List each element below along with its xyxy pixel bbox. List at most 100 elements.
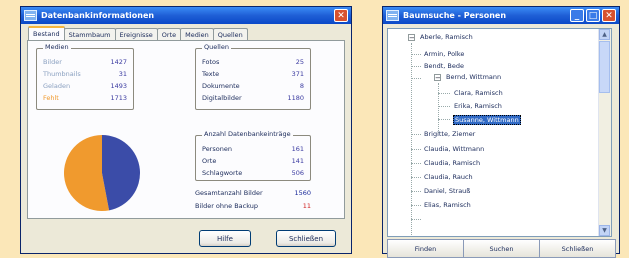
tree-node[interactable]: Erika, Ramisch xyxy=(454,102,502,110)
sources-group: Quellen Fotos 25 Texte 371 Dokumente 8 Digi… xyxy=(195,43,311,110)
stat-value: 371 xyxy=(291,70,304,78)
close-icon[interactable]: ✕ xyxy=(602,9,616,22)
tree-node[interactable]: Claudia, Rauch xyxy=(424,173,473,181)
close-button[interactable]: Schließen xyxy=(539,239,616,258)
tab-panel: Medien Bilder 1427 Thumbnails 31 Geladen 14… xyxy=(27,40,345,219)
database-info-window: Datenbankinformationen ✕ Bestand Stammba… xyxy=(20,6,352,254)
group-legend: Quellen xyxy=(202,43,231,51)
tree-connector xyxy=(411,177,421,178)
tree-node[interactable]: Clara, Ramisch xyxy=(454,89,503,97)
tree-connector xyxy=(438,119,450,120)
close-button[interactable]: Schließen xyxy=(276,230,336,247)
entries-group: Anzahl Datenbankeinträge Personen 161 Ort… xyxy=(195,130,311,181)
stat-row: Bilder 1427 xyxy=(43,58,127,66)
close-icon[interactable]: ✕ xyxy=(334,9,348,22)
minimize-icon[interactable]: _ xyxy=(570,9,584,22)
tree-connector xyxy=(411,43,412,236)
stat-row: Schlagworte 506 xyxy=(202,169,304,177)
tree-connector xyxy=(411,134,421,135)
tree-connector xyxy=(411,219,421,220)
stat-label: Bilder xyxy=(43,58,62,66)
total-label: Gesamtanzahl Bilder xyxy=(195,189,263,197)
tree-node-root[interactable]: Aberle, Ramisch xyxy=(420,33,473,41)
scroll-thumb[interactable] xyxy=(599,41,610,93)
stat-label: Geladen xyxy=(43,82,71,90)
stat-row: Personen 161 xyxy=(202,145,304,153)
stat-row: Geladen 1493 xyxy=(43,82,127,90)
stat-value: 141 xyxy=(291,157,304,165)
storage-pie-chart xyxy=(63,135,140,211)
stat-value: 506 xyxy=(291,169,304,177)
collapse-toggle[interactable]: − xyxy=(434,74,441,82)
tree-connector xyxy=(411,149,421,150)
tree-node[interactable]: Armin, Polke xyxy=(424,50,464,58)
tree-node[interactable]: Elias, Ramisch xyxy=(424,201,471,209)
window-title: Baumsuche - Personen xyxy=(403,11,507,20)
stat-row: Fotos 25 xyxy=(202,58,304,66)
tree-node[interactable]: Daniel, Strauß xyxy=(424,187,470,195)
tree-connector xyxy=(411,66,421,67)
stat-value: 1713 xyxy=(110,94,127,102)
total-value: 11 xyxy=(302,202,311,210)
stat-label: Fehlt xyxy=(43,94,59,102)
maximize-icon[interactable]: □ xyxy=(586,9,600,22)
help-button[interactable]: Hilfe xyxy=(199,230,251,247)
total-value: 1560 xyxy=(294,189,311,197)
stat-row: Texte 371 xyxy=(202,70,304,78)
group-legend: Anzahl Datenbankeinträge xyxy=(202,130,293,138)
stat-label: Dokumente xyxy=(202,82,240,90)
stat-value: 1427 xyxy=(110,58,127,66)
stat-row: Thumbnails 31 xyxy=(43,70,127,78)
no-backup-row: Bilder ohne Backup 11 xyxy=(195,202,311,210)
stat-label: Thumbnails xyxy=(43,70,81,78)
tree-node[interactable]: Claudia, Ramisch xyxy=(424,159,480,167)
bottom-button-bar: Finden Suchen Schließen xyxy=(387,239,616,258)
find-button[interactable]: Finden xyxy=(387,239,464,258)
tree-node[interactable]: Bendt, Bede xyxy=(424,62,464,70)
search-button[interactable]: Suchen xyxy=(463,239,540,258)
collapse-toggle[interactable]: − xyxy=(408,34,415,42)
stat-row: Orte 141 xyxy=(202,157,304,165)
tree-node-selected[interactable]: Susanne, Wittmann xyxy=(453,115,521,125)
stat-value: 25 xyxy=(295,58,304,66)
tree-connector xyxy=(438,83,439,133)
tree-connector xyxy=(411,54,421,55)
group-legend: Medien xyxy=(43,43,71,51)
pie-slice-blue xyxy=(102,135,140,211)
media-group: Medien Bilder 1427 Thumbnails 31 Geladen 14… xyxy=(36,43,134,110)
stat-label: Texte xyxy=(202,70,220,78)
scroll-down-icon[interactable]: ▼ xyxy=(599,225,610,236)
stat-value: 8 xyxy=(299,82,304,90)
stat-value: 161 xyxy=(291,145,304,153)
tree-connector xyxy=(411,163,421,164)
tree-node[interactable]: Claudia, Wittmann xyxy=(424,145,484,153)
tree-node[interactable]: Brigitte, Ziemer xyxy=(424,130,475,138)
tree-connector xyxy=(438,93,450,94)
stat-row: Digitalbilder 1180 xyxy=(202,94,304,102)
total-images-row: Gesamtanzahl Bilder 1560 xyxy=(195,189,311,197)
tree-connector xyxy=(411,205,421,206)
scroll-up-icon[interactable]: ▲ xyxy=(599,29,610,40)
tree-node[interactable]: Bernd, Wittmann xyxy=(446,73,501,81)
tree-connector xyxy=(438,106,450,107)
stat-value: 1493 xyxy=(110,82,127,90)
tree-connector xyxy=(411,78,421,79)
tree-search-window: Baumsuche - Personen _ □ ✕ − Aberle, Ram… xyxy=(382,6,620,258)
window-title: Datenbankinformationen xyxy=(41,11,155,20)
stat-row: Fehlt 1713 xyxy=(43,94,127,102)
stat-label: Orte xyxy=(202,157,217,165)
stat-value: 31 xyxy=(118,70,127,78)
stat-label: Schlagworte xyxy=(202,169,243,177)
stat-value: 1180 xyxy=(287,94,304,102)
title-bar[interactable]: Baumsuche - Personen _ □ ✕ xyxy=(383,7,619,24)
person-tree[interactable]: − Aberle, Ramisch Armin, Polke Bendt, Be… xyxy=(387,28,612,237)
stat-row: Dokumente 8 xyxy=(202,82,304,90)
app-icon xyxy=(386,10,399,21)
app-icon xyxy=(24,10,37,21)
stat-label: Digitalbilder xyxy=(202,94,242,102)
stat-label: Fotos xyxy=(202,58,220,66)
total-label: Bilder ohne Backup xyxy=(195,202,259,210)
title-bar[interactable]: Datenbankinformationen ✕ xyxy=(21,7,351,24)
vertical-scrollbar[interactable]: ▲ ▼ xyxy=(598,29,611,236)
tree-connector xyxy=(411,191,421,192)
